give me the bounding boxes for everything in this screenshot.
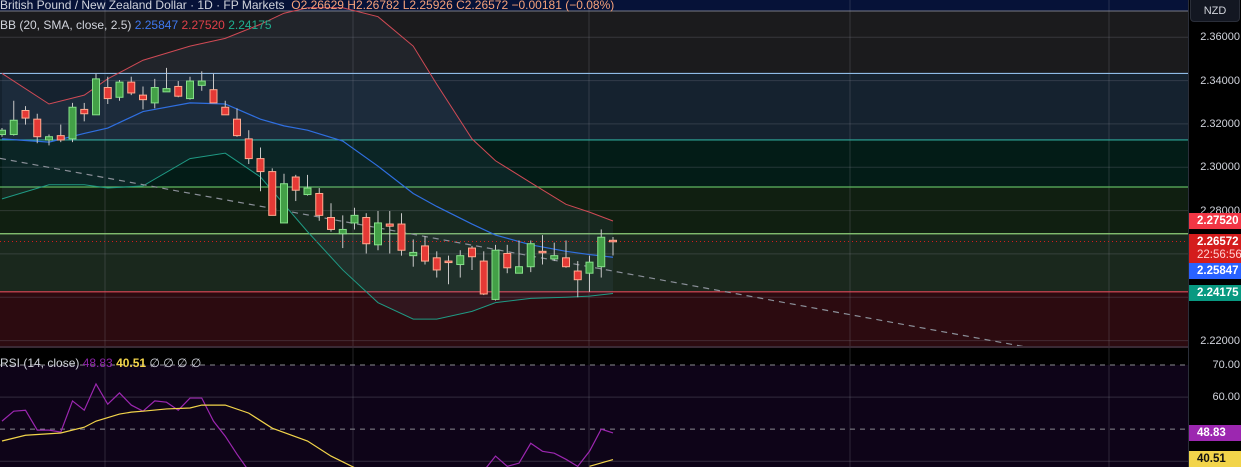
candle-down: [33, 118, 42, 138]
candle-up: [550, 255, 559, 260]
candle-down: [397, 223, 406, 251]
rsi-extra-1: ∅: [163, 356, 174, 370]
candle-up: [338, 228, 347, 235]
bb-upper-value: 2.27520: [181, 18, 225, 32]
candle-down: [209, 89, 218, 104]
candle-up: [0, 129, 6, 136]
price-chart[interactable]: [0, 0, 1188, 346]
candle-up: [115, 81, 124, 98]
candle-down: [362, 217, 371, 245]
candle-down: [127, 81, 136, 94]
candle-down: [479, 260, 488, 295]
price-tick: 2.22000: [1200, 334, 1240, 347]
bb-basis-badge: 2.25847: [1189, 262, 1241, 279]
price-tick: 2.34000: [1200, 74, 1240, 87]
candle-up: [350, 214, 359, 224]
bar-countdown: 22:56:56: [1189, 246, 1241, 263]
open-value: O2.26629: [291, 0, 344, 12]
candle-down: [573, 270, 582, 281]
bb-legend[interactable]: BB (20, SMA, close, 2.5) 2.25847 2.27520…: [0, 18, 272, 32]
candle-down: [56, 135, 65, 141]
symbol-header: British Pound / New Zealand Dollar · 1D …: [0, 0, 614, 11]
candle-up: [68, 106, 77, 140]
rsi-ma-badge: 40.51: [1189, 451, 1241, 467]
symbol-title: British Pound / New Zealand Dollar · 1D …: [0, 0, 285, 12]
candle-up: [597, 236, 606, 268]
candle-down: [385, 223, 394, 227]
zone: [0, 291, 1188, 346]
candle-up: [515, 266, 523, 274]
candle-up: [162, 88, 171, 93]
candle-up: [186, 80, 194, 100]
candle-down: [103, 87, 112, 100]
candle-down: [21, 109, 30, 119]
rsi-value: 48.83: [82, 356, 113, 370]
bb-upper-badge: 2.27520: [1189, 212, 1241, 229]
rsi-extra-0: ∅: [149, 356, 160, 370]
bb-basis-value: 2.25847: [134, 18, 179, 32]
candle-up: [45, 136, 53, 141]
rsi-tick: 70.00: [1212, 359, 1240, 371]
rsi-badge: 48.83: [1189, 424, 1241, 441]
close-value: C2.26572: [456, 0, 509, 12]
candle-up: [280, 183, 288, 224]
candle-down: [291, 176, 300, 191]
rsi-ma-value: 40.51: [116, 356, 147, 370]
candle-up: [374, 222, 382, 246]
candle-up: [197, 80, 206, 86]
price-tick: 2.36000: [1200, 31, 1240, 44]
high-value: H2.26782: [347, 0, 400, 12]
candle-down: [562, 257, 570, 268]
rsi-tick: 60.00: [1212, 391, 1240, 404]
candle-down: [503, 252, 512, 269]
candle-down: [315, 192, 324, 216]
currency-button[interactable]: NZD: [1190, 0, 1240, 22]
candle-up: [526, 243, 535, 268]
candle-down: [268, 171, 277, 216]
candle-up: [303, 187, 312, 196]
candle-down: [139, 94, 147, 101]
candle-up: [92, 78, 100, 116]
candle-up: [491, 249, 500, 300]
candle-down: [174, 85, 183, 97]
candle-up: [585, 261, 594, 274]
candle-down: [256, 158, 265, 173]
candle-up: [409, 251, 418, 257]
price-tick: 2.30000: [1200, 161, 1240, 174]
candle-down: [221, 106, 230, 116]
candle-up: [456, 255, 465, 266]
bb-lower-value: 2.24175: [228, 18, 272, 32]
candle-up: [9, 119, 18, 136]
candle-down: [244, 138, 253, 160]
low-value: L2.25926: [402, 0, 453, 12]
candle-down: [80, 108, 89, 115]
candle-down: [327, 217, 335, 230]
candle-down: [538, 250, 547, 254]
candle-up: [150, 87, 159, 104]
rsi-label: RSI (14, close): [0, 356, 80, 370]
candle-down: [468, 247, 476, 258]
candle-down: [609, 239, 617, 243]
rsi-extra-3: ∅: [190, 356, 202, 370]
bb-label: BB (20, SMA, close, 2.5): [0, 18, 132, 32]
candle-down: [432, 257, 441, 271]
candle-down: [444, 260, 453, 264]
rsi-extra-2: ∅: [177, 356, 188, 370]
price-tick: 2.32000: [1200, 117, 1240, 130]
change-value: −0.00181 (−0.08%): [511, 0, 615, 12]
candle-down: [421, 245, 429, 262]
rsi-legend[interactable]: RSI (14, close) 48.83 40.51 ∅ ∅ ∅ ∅: [0, 356, 201, 370]
candle-down: [233, 118, 241, 137]
bb-lower-badge: 2.24175: [1189, 285, 1241, 302]
